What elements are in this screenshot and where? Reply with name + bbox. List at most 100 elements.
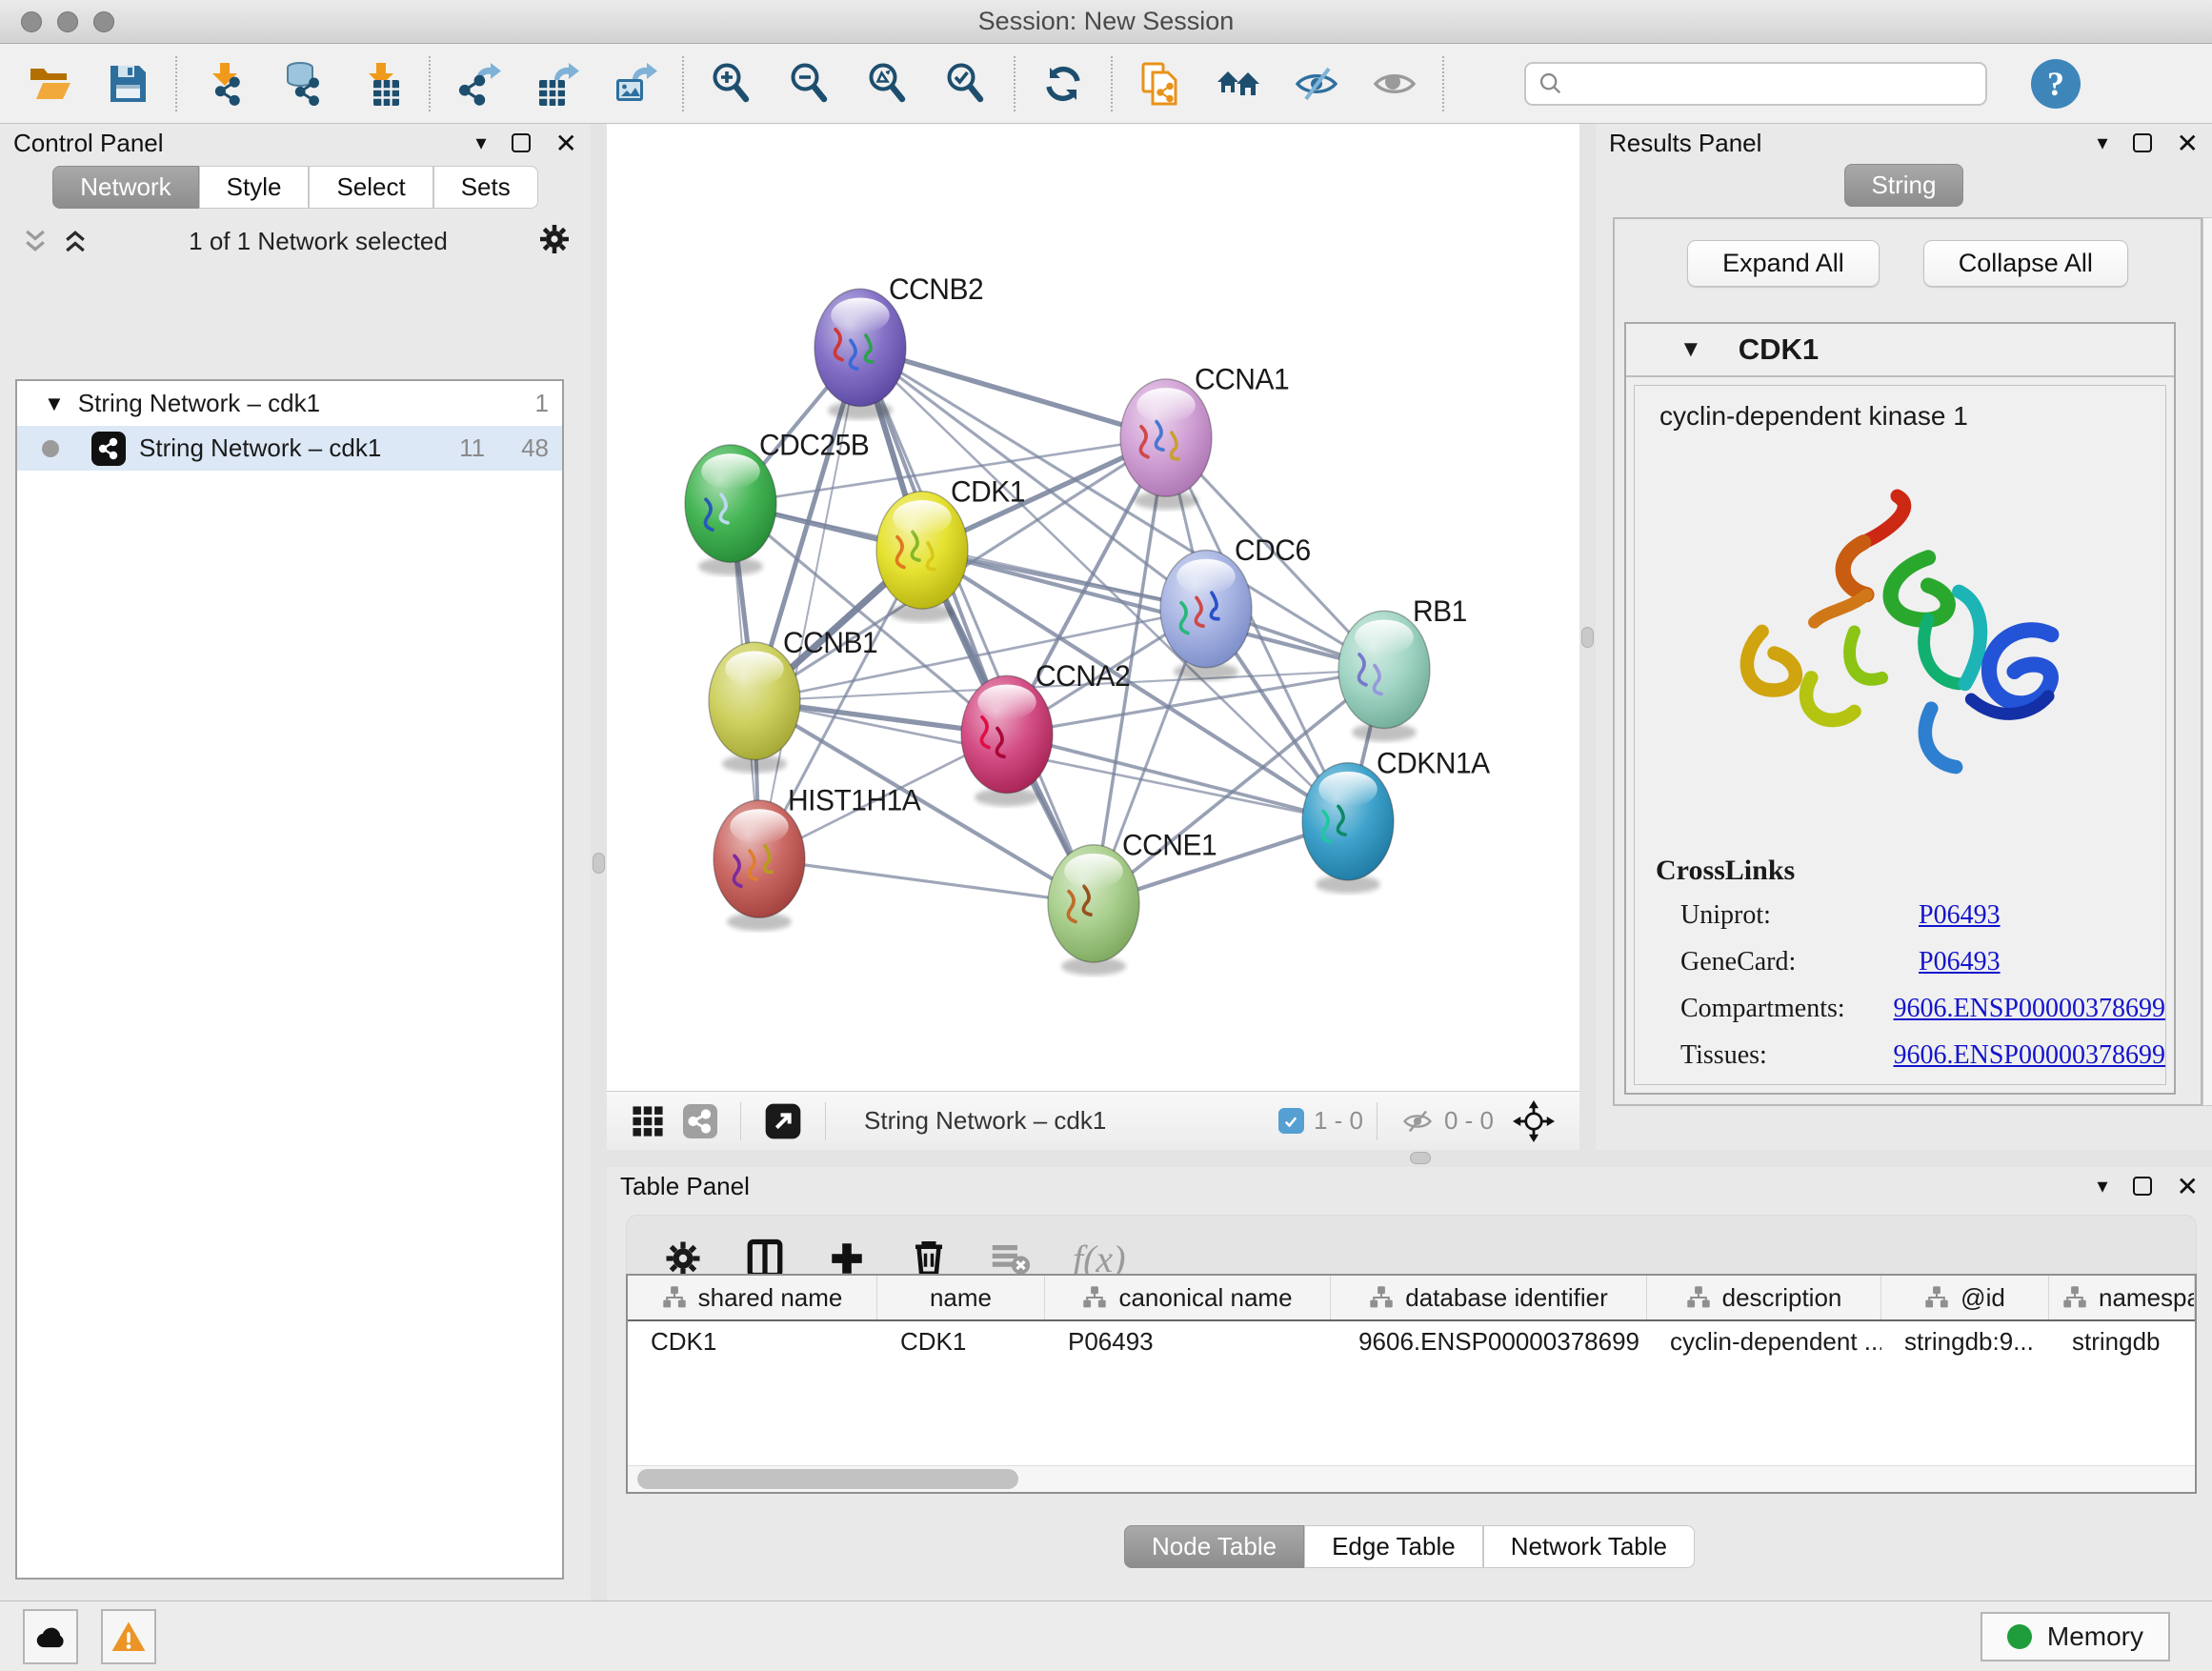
duplicate-network-button[interactable]: [1136, 59, 1185, 109]
table-options-gear-icon[interactable]: [663, 1238, 703, 1278]
node-CCNB1[interactable]: CCNB1: [709, 625, 877, 773]
warning-button[interactable]: [101, 1609, 156, 1664]
add-column-icon[interactable]: [827, 1238, 867, 1278]
node-label-CDC6: CDC6: [1235, 533, 1311, 567]
show-columns-icon[interactable]: [745, 1238, 785, 1278]
refresh-view-button[interactable]: [1038, 59, 1088, 109]
birdseye-view-icon[interactable]: [764, 1102, 802, 1140]
column-header-description[interactable]: description: [1647, 1276, 1881, 1319]
search-box[interactable]: [1524, 62, 1987, 106]
tab-style[interactable]: Style: [199, 166, 310, 209]
node-CCNE1[interactable]: CCNE1: [1048, 828, 1217, 976]
float-panel-icon[interactable]: [512, 133, 531, 152]
column-header-name[interactable]: name: [877, 1276, 1045, 1319]
node-HIST1H1A[interactable]: HIST1H1A: [714, 783, 921, 931]
show-all-button[interactable]: [1370, 59, 1419, 109]
node-RB1[interactable]: RB1: [1338, 594, 1467, 741]
fit-content-crosshair-icon[interactable]: [1513, 1100, 1555, 1142]
import-network-database-button[interactable]: [278, 59, 328, 109]
network-options-gear-icon[interactable]: [537, 222, 572, 261]
crosslink-link[interactable]: P06493: [1919, 947, 2001, 977]
node-CDC6[interactable]: CDC6: [1160, 533, 1311, 680]
control-panel: Control Panel ▾ ✕ NetworkStyleSelectSets…: [0, 124, 591, 1601]
tree-column-icon: [1686, 1285, 1711, 1310]
table-hscrollbar[interactable]: [628, 1465, 2195, 1492]
network-view: CCNB2 CCNA1 CDC25B CDK1 CDC6 RB1 CCNB1: [607, 124, 1579, 1150]
tab-node-table[interactable]: Node Table: [1124, 1525, 1304, 1568]
tab-edge-table[interactable]: Edge Table: [1304, 1525, 1483, 1568]
column-header-namespac[interactable]: namespac: [2049, 1276, 2195, 1319]
grid-view-icon[interactable]: [632, 1105, 664, 1137]
node-CDC25B[interactable]: CDC25B: [685, 428, 869, 575]
results-scrollbar[interactable]: [2202, 217, 2212, 1106]
crosslinks-section: CrossLinks Uniprot:P06493GeneCard:P06493…: [1656, 855, 2165, 1085]
crosslink-link[interactable]: 9606.ENSP00000378699: [1894, 1040, 2165, 1071]
cloud-button[interactable]: [23, 1609, 78, 1664]
table-cell: CDK1: [628, 1321, 877, 1365]
protein-header[interactable]: ▼ CDK1: [1626, 324, 2174, 377]
float-panel-icon[interactable]: [2133, 1177, 2152, 1196]
import-network-file-button[interactable]: [200, 59, 250, 109]
column-header-shared-name[interactable]: shared name: [628, 1276, 877, 1319]
open-session-button[interactable]: [25, 59, 74, 109]
column-header-canonical-name[interactable]: canonical name: [1045, 1276, 1331, 1319]
node-CCNA1[interactable]: CCNA1: [1120, 362, 1289, 510]
close-panel-icon[interactable]: ✕: [2177, 1171, 2199, 1202]
table-hscroll-thumb[interactable]: [637, 1469, 1018, 1489]
export-image-button[interactable]: [610, 59, 659, 109]
string-view-icon[interactable]: [683, 1104, 717, 1138]
table-cell: stringdb: [2049, 1321, 2195, 1365]
zoom-out-icon: [787, 61, 833, 107]
panel-menu-icon[interactable]: ▾: [2097, 131, 2107, 155]
tab-select[interactable]: Select: [309, 166, 432, 209]
save-session-button[interactable]: [103, 59, 152, 109]
crosslink-row: Compartments:9606.ENSP00000378699: [1656, 994, 2165, 1024]
column-header-database-identifier[interactable]: database identifier: [1331, 1276, 1647, 1319]
first-neighbors-button[interactable]: [1214, 59, 1263, 109]
crosslink-link[interactable]: P06493: [1919, 900, 2001, 931]
panel-menu-icon[interactable]: ▾: [475, 131, 486, 155]
export-network-button[interactable]: [453, 59, 503, 109]
panel-menu-icon[interactable]: ▾: [2097, 1174, 2107, 1198]
column-header-@id[interactable]: @id: [1881, 1276, 2049, 1319]
crosslink-link[interactable]: 9606.ENSP00000378699: [1894, 994, 2165, 1024]
float-panel-icon[interactable]: [2133, 133, 2152, 152]
memory-label: Memory: [2047, 1621, 2143, 1652]
selected-checkbox-icon[interactable]: [1278, 1108, 1304, 1134]
horizontal-splitter[interactable]: [607, 1150, 2212, 1167]
search-input[interactable]: [1572, 69, 1974, 98]
table-row[interactable]: CDK1CDK1P064939606.ENSP00000378699cyclin…: [628, 1321, 2195, 1365]
hide-selected-button[interactable]: [1292, 59, 1341, 109]
tab-network-table[interactable]: Network Table: [1483, 1525, 1695, 1568]
expand-all-networks-icon[interactable]: [19, 227, 51, 255]
delete-column-icon[interactable]: [909, 1238, 949, 1278]
zoom-out-button[interactable]: [785, 59, 835, 109]
tab-sets[interactable]: Sets: [433, 166, 538, 209]
collapse-all-button[interactable]: Collapse All: [1923, 240, 2128, 287]
zoom-in-button[interactable]: [707, 59, 756, 109]
import-table-file-button[interactable]: [356, 59, 406, 109]
zoom-fit-button[interactable]: [863, 59, 913, 109]
memory-button[interactable]: Memory: [1981, 1612, 2170, 1661]
collapse-all-networks-icon[interactable]: [59, 227, 91, 255]
tab-string[interactable]: String: [1844, 164, 1964, 207]
protein-description: cyclin-dependent kinase 1: [1635, 386, 2165, 432]
zoom-selected-button[interactable]: [941, 59, 991, 109]
crosslinks-heading: CrossLinks: [1656, 855, 2165, 887]
help-button[interactable]: ?: [2031, 59, 2081, 109]
close-panel-icon[interactable]: ✕: [555, 128, 577, 159]
network-row[interactable]: String Network – cdk1 11 48: [17, 426, 562, 471]
network-collection-row[interactable]: ▼ String Network – cdk1 1: [17, 381, 562, 426]
network-edge-count: 48: [521, 433, 549, 463]
export-table-button[interactable]: [532, 59, 581, 109]
close-panel-icon[interactable]: ✕: [2177, 128, 2199, 159]
expand-all-button[interactable]: Expand All: [1687, 240, 1880, 287]
tab-network[interactable]: Network: [52, 166, 198, 209]
left-splitter[interactable]: [591, 124, 607, 1601]
node-CDKN1A[interactable]: CDKN1A: [1302, 745, 1490, 893]
network-canvas[interactable]: CCNB2 CCNA1 CDC25B CDK1 CDC6 RB1 CCNB1: [607, 124, 1579, 1091]
right-splitter[interactable]: [1579, 124, 1596, 1150]
collapse-protein-icon[interactable]: ▼: [1679, 336, 1702, 363]
node-CCNB2[interactable]: CCNB2: [814, 272, 983, 419]
collapse-collection-icon[interactable]: ▼: [44, 392, 65, 416]
